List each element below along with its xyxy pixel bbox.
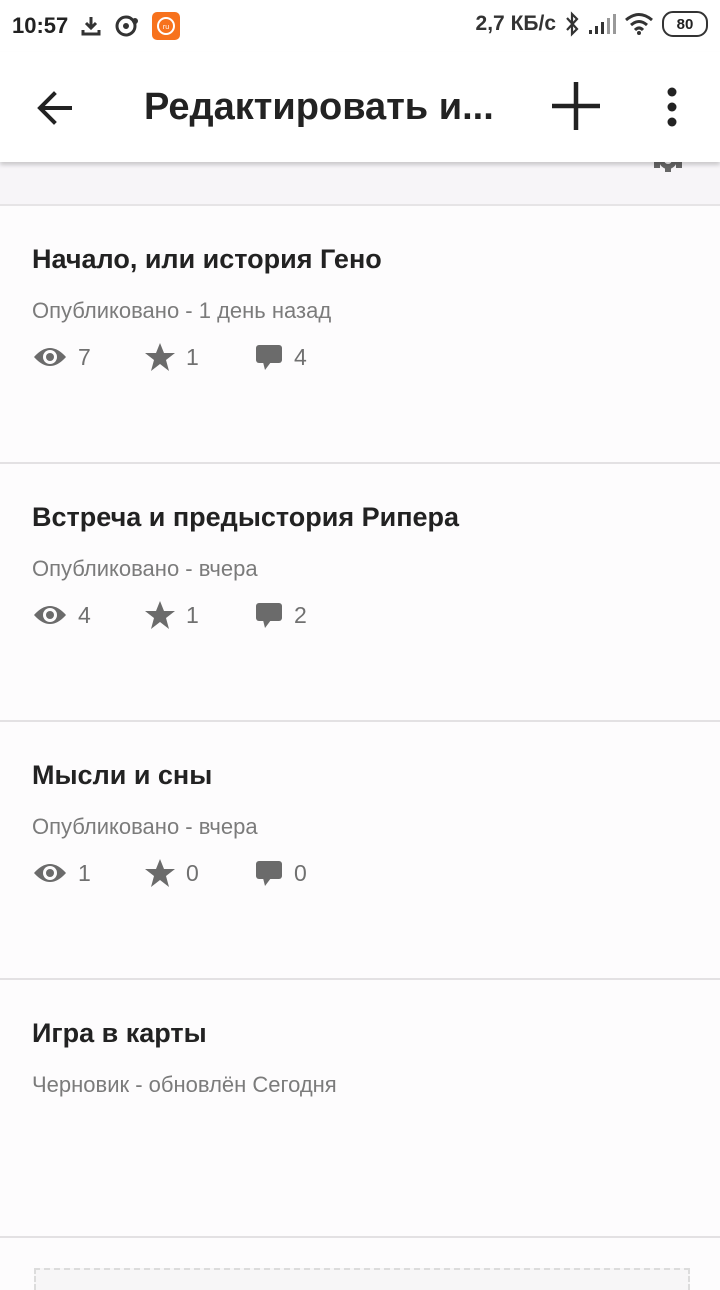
comments-count: 0 <box>294 859 307 886</box>
list-item[interactable]: Игра в карты Черновик - обновлён Сегодня <box>0 980 720 1238</box>
list-item[interactable]: Начало, или история Гено Опубликовано - … <box>0 206 720 464</box>
eye-icon <box>34 864 66 882</box>
comments-count: 4 <box>294 343 307 370</box>
part-stats: 4 1 2 <box>32 600 364 630</box>
comment-icon <box>256 861 282 886</box>
comments-stat: 0 <box>254 858 364 888</box>
notification-icons: ru <box>80 12 180 40</box>
app-notification-icon: ru <box>152 12 180 40</box>
eye-icon <box>34 606 66 624</box>
comments-stat: 2 <box>254 600 364 630</box>
parts-list: Начало, или история Гено Опубликовано - … <box>0 206 720 1238</box>
back-button[interactable] <box>30 82 82 134</box>
views-count: 4 <box>78 601 91 628</box>
star-icon <box>145 601 175 629</box>
votes-stat: 1 <box>144 342 254 372</box>
eye-icon <box>34 348 66 366</box>
signal-icon <box>589 14 616 34</box>
votes-stat: 0 <box>144 858 254 888</box>
votes-count: 1 <box>186 601 199 628</box>
part-title: Встреча и предыстория Рипера <box>32 502 460 532</box>
part-title: Игра в карты <box>32 1018 207 1048</box>
votes-stat: 1 <box>144 600 254 630</box>
votes-count: 0 <box>186 859 199 886</box>
list-item[interactable]: Мысли и сны Опубликовано - вчера 1 0 0 <box>0 722 720 980</box>
views-count: 1 <box>78 859 91 886</box>
views-stat: 1 <box>32 860 144 887</box>
app-toolbar: Редактировать и... <box>0 52 720 162</box>
status-right: 2,7 КБ/с 80 <box>476 11 708 37</box>
views-stat: 7 <box>32 344 144 371</box>
status-time: 10:57 <box>12 13 69 38</box>
new-part-placeholder[interactable] <box>34 1268 690 1290</box>
part-status: Черновик - обновлён Сегодня <box>32 1072 337 1097</box>
part-status: Опубликовано - вчера <box>32 814 258 839</box>
status-bar: 10:57 ru 2,7 КБ/с 80 <box>0 0 720 52</box>
part-stats: 7 1 4 <box>32 342 364 372</box>
svg-text:ru: ru <box>163 24 169 31</box>
wifi-icon <box>625 13 653 35</box>
disc-icon <box>115 15 138 37</box>
more-vert-icon <box>667 87 677 127</box>
part-title: Начало, или история Гено <box>32 244 382 274</box>
add-part-button[interactable] <box>548 78 604 134</box>
star-icon <box>145 343 175 371</box>
part-status: Опубликовано - 1 день назад <box>32 298 332 323</box>
star-icon <box>145 859 175 887</box>
part-title: Мысли и сны <box>32 760 213 790</box>
network-speed: 2,7 КБ/с <box>475 12 556 35</box>
votes-count: 1 <box>186 343 199 370</box>
bluetooth-icon <box>566 11 579 37</box>
battery-indicator: 80 <box>662 11 708 37</box>
views-stat: 4 <box>32 602 144 629</box>
plus-icon <box>552 82 600 130</box>
list-header-strip <box>0 162 720 206</box>
comments-count: 2 <box>294 601 307 628</box>
more-options-button[interactable] <box>654 84 690 130</box>
download-icon <box>81 17 101 36</box>
comment-icon <box>256 603 282 628</box>
page-title: Редактировать и... <box>144 86 494 128</box>
views-count: 7 <box>78 343 91 370</box>
arrow-left-icon <box>37 91 72 125</box>
part-status: Опубликовано - вчера <box>32 556 258 581</box>
part-stats: 1 0 0 <box>32 858 364 888</box>
comments-stat: 4 <box>254 342 364 372</box>
list-item[interactable]: Встреча и предыстория Рипера Опубликован… <box>0 464 720 722</box>
comment-icon <box>256 345 282 370</box>
